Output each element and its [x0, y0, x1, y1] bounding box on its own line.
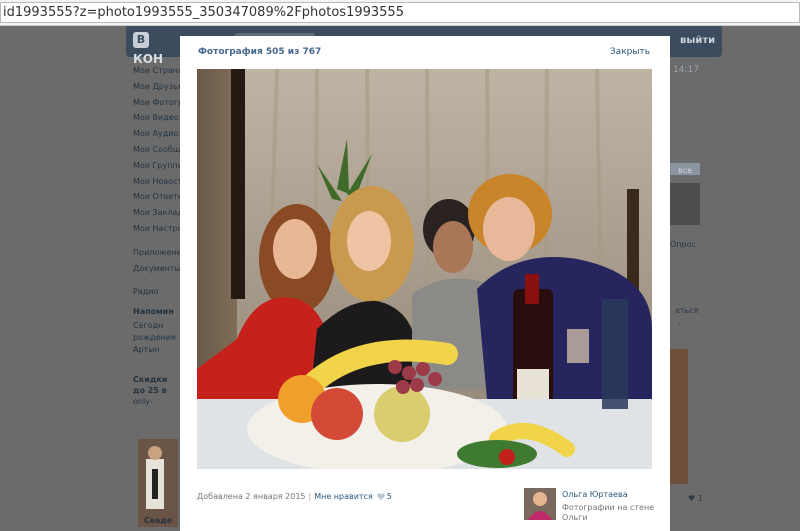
- menu-item-groups[interactable]: Мои Группы: [133, 158, 181, 174]
- clock-text: 14:17: [673, 65, 699, 75]
- menu-divider: [133, 237, 181, 245]
- ad-bottom-title: Сваде: [144, 516, 173, 525]
- photo-counter-title: Фотография 505 из 767: [198, 47, 322, 57]
- logout-link[interactable]: выйти: [680, 35, 715, 46]
- photo-meta: Добавлена 2 января 2015 | Мне нравится 5: [197, 492, 392, 501]
- menu-item-news[interactable]: Мои Новост: [133, 174, 181, 190]
- reminder-text: Сегодн: [133, 321, 164, 330]
- menu-item-answers[interactable]: Мои Ответы: [133, 189, 181, 205]
- menu-item-apps[interactable]: Приложени: [133, 245, 181, 261]
- menu-item-bookmarks[interactable]: Мои Заклад: [133, 205, 181, 221]
- vk-logo-icon: В: [133, 32, 149, 48]
- menu-item-audio[interactable]: Мои Аудиоз: [133, 126, 181, 142]
- ad-image[interactable]: [138, 439, 178, 527]
- photo-viewer: Фотография 505 из 767 Закрыть Добавлена …: [180, 36, 670, 531]
- heart-icon[interactable]: [376, 493, 385, 500]
- menu-item-documents[interactable]: Документы: [133, 261, 181, 277]
- right-image[interactable]: [668, 349, 688, 484]
- birthday-reminder: Напомин Сегодн рождения Артын: [133, 306, 181, 356]
- owner-avatar[interactable]: [524, 488, 556, 520]
- menu-item-settings[interactable]: Мои Настро: [133, 221, 181, 237]
- menu-item-videos[interactable]: Мои Видеоз: [133, 110, 181, 126]
- right-link[interactable]: Опрос: [670, 240, 696, 249]
- photo-image: [197, 69, 652, 469]
- browser-toolbar: id1993555?z=photo1993555_350347089%2Fpho…: [0, 0, 800, 26]
- close-button[interactable]: Закрыть: [610, 47, 650, 57]
- album-link[interactable]: Фотографии на стене Ольги: [562, 503, 662, 523]
- reminder-title: Напомин: [133, 307, 174, 316]
- left-menu: Мои Страни Мои Друзья Мои Фотогр Мои Вид…: [133, 63, 181, 300]
- owner-name-link[interactable]: Ольга Юртаева: [562, 490, 628, 499]
- menu-item-photos[interactable]: Мои Фотогр: [133, 95, 181, 111]
- ad-photo-graphic: [138, 439, 178, 527]
- ad-domain: only-: [133, 397, 153, 406]
- menu-item-friends[interactable]: Мои Друзья: [133, 79, 181, 95]
- main-photo[interactable]: [197, 69, 652, 469]
- sidebar-ad[interactable]: Скидки до 25 в only-: [133, 374, 181, 407]
- right-image[interactable]: [668, 183, 700, 225]
- site-logo[interactable]: ВКОН: [133, 32, 179, 66]
- ad-title: Скидки: [133, 375, 168, 384]
- like-count[interactable]: 5: [387, 492, 392, 501]
- menu-item-radio[interactable]: Радио: [133, 284, 181, 300]
- right-badge[interactable]: все: [678, 166, 692, 175]
- right-like-count: ♥ 1: [688, 494, 703, 503]
- menu-divider: [133, 276, 181, 284]
- address-bar[interactable]: id1993555?z=photo1993555_350347089%2Fpho…: [0, 2, 800, 23]
- right-text: аться: [675, 306, 699, 315]
- avatar-image: [524, 488, 556, 520]
- added-date: Добавлена 2 января 2015: [197, 492, 306, 501]
- menu-item-messages[interactable]: Мои Сообщ: [133, 142, 181, 158]
- meta-separator: |: [308, 492, 312, 501]
- like-button[interactable]: Мне нравится: [314, 492, 373, 501]
- menu-item-my-page[interactable]: Мои Страни: [133, 63, 181, 79]
- reminder-text: рождения: [133, 333, 176, 342]
- right-text: -: [678, 319, 681, 328]
- reminder-text[interactable]: Артын: [133, 344, 181, 356]
- ad-title: до 25 в: [133, 386, 167, 395]
